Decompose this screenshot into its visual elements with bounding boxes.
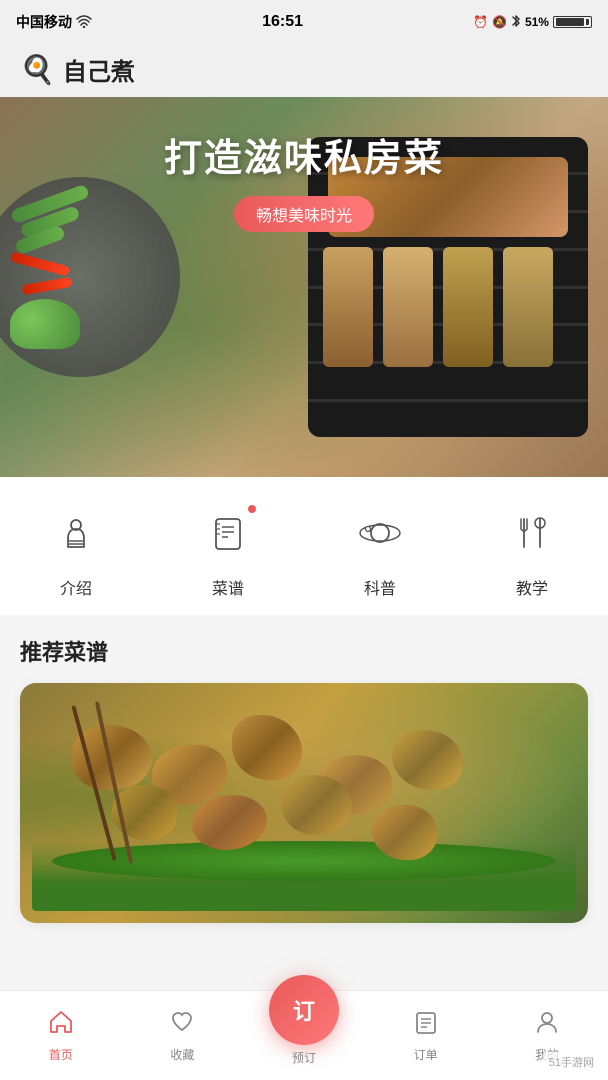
grill-food-tofu-1: [323, 247, 373, 367]
heart-icon: [169, 1009, 195, 1042]
planet-icon: [348, 501, 412, 565]
bluetooth-icon: [511, 14, 521, 31]
watermark-text: 51手游网: [549, 1057, 594, 1069]
grill-food-tofu-3: [443, 247, 493, 367]
nav-favorites[interactable]: 收藏: [122, 1009, 244, 1063]
recipe-card[interactable]: [20, 683, 588, 923]
alarm-icon: ⏰: [473, 15, 488, 29]
chef-icon: [44, 501, 108, 565]
watermark: 51手游网: [543, 1052, 600, 1072]
nav-orders[interactable]: 订单: [365, 1009, 487, 1063]
carrier-text: 中国移动: [16, 12, 72, 32]
recommended-section: 推荐菜谱: [0, 615, 608, 935]
wifi-icon: [76, 14, 92, 31]
hero-banner: 打造滋味私房菜 畅想美味时光: [0, 97, 608, 477]
nav-home[interactable]: 首页: [0, 1009, 122, 1063]
recipe-image: [20, 683, 588, 923]
home-icon: [48, 1009, 74, 1042]
category-intro-label: 介绍: [60, 575, 92, 599]
status-right: ⏰ 🔕 51%: [473, 14, 592, 31]
battery-icon: [553, 15, 592, 29]
mute-icon: 🔕: [492, 15, 507, 29]
app-logo-icon: 🍳: [20, 53, 55, 86]
recommended-title: 推荐菜谱: [20, 635, 588, 667]
battery-text: 51%: [525, 15, 549, 29]
user-icon: [534, 1009, 560, 1042]
grill-food-tofu-2: [383, 247, 433, 367]
category-intro[interactable]: 介绍: [0, 501, 152, 599]
category-science[interactable]: 科普: [304, 501, 456, 599]
status-left: 中国移动: [16, 12, 92, 32]
nav-favorites-label: 收藏: [170, 1046, 194, 1063]
hero-subtitle: 畅想美味时光: [234, 196, 374, 232]
hero-main-title: 打造滋味私房菜: [0, 127, 608, 182]
status-time: 16:51: [262, 13, 303, 31]
status-bar: 中国移动 16:51 ⏰ 🔕 51%: [0, 0, 608, 44]
category-recipes[interactable]: 菜谱: [152, 501, 304, 599]
nav-orders-label: 订单: [414, 1046, 438, 1063]
utensils-icon: [500, 501, 564, 565]
hero-text-container: 打造滋味私房菜 畅想美味时光: [0, 127, 608, 232]
recipe-icon: [196, 501, 260, 565]
grill-food-tofu-4: [503, 247, 553, 367]
veggie-chili-2: [22, 277, 73, 296]
category-tutorial-label: 教学: [516, 575, 548, 599]
bottom-nav: 首页 收藏 订 预订 订单: [0, 990, 608, 1080]
veggie-chili-1: [10, 251, 71, 276]
list-icon: [413, 1009, 439, 1042]
app-title: 自己煮: [63, 52, 135, 87]
order-button[interactable]: 订: [269, 975, 339, 1045]
category-science-label: 科普: [364, 575, 396, 599]
veggie-broccoli: [10, 299, 80, 349]
order-button-text: 订: [293, 994, 315, 1026]
category-tutorial[interactable]: 教学: [456, 501, 608, 599]
category-section: 介绍 菜谱: [0, 477, 608, 615]
nav-order-center[interactable]: 订 预订: [243, 1005, 365, 1066]
nav-order-label: 预订: [292, 1049, 316, 1066]
app-header: 🍳 自己煮: [0, 44, 608, 97]
nav-home-label: 首页: [49, 1046, 73, 1063]
category-recipes-label: 菜谱: [212, 575, 244, 599]
